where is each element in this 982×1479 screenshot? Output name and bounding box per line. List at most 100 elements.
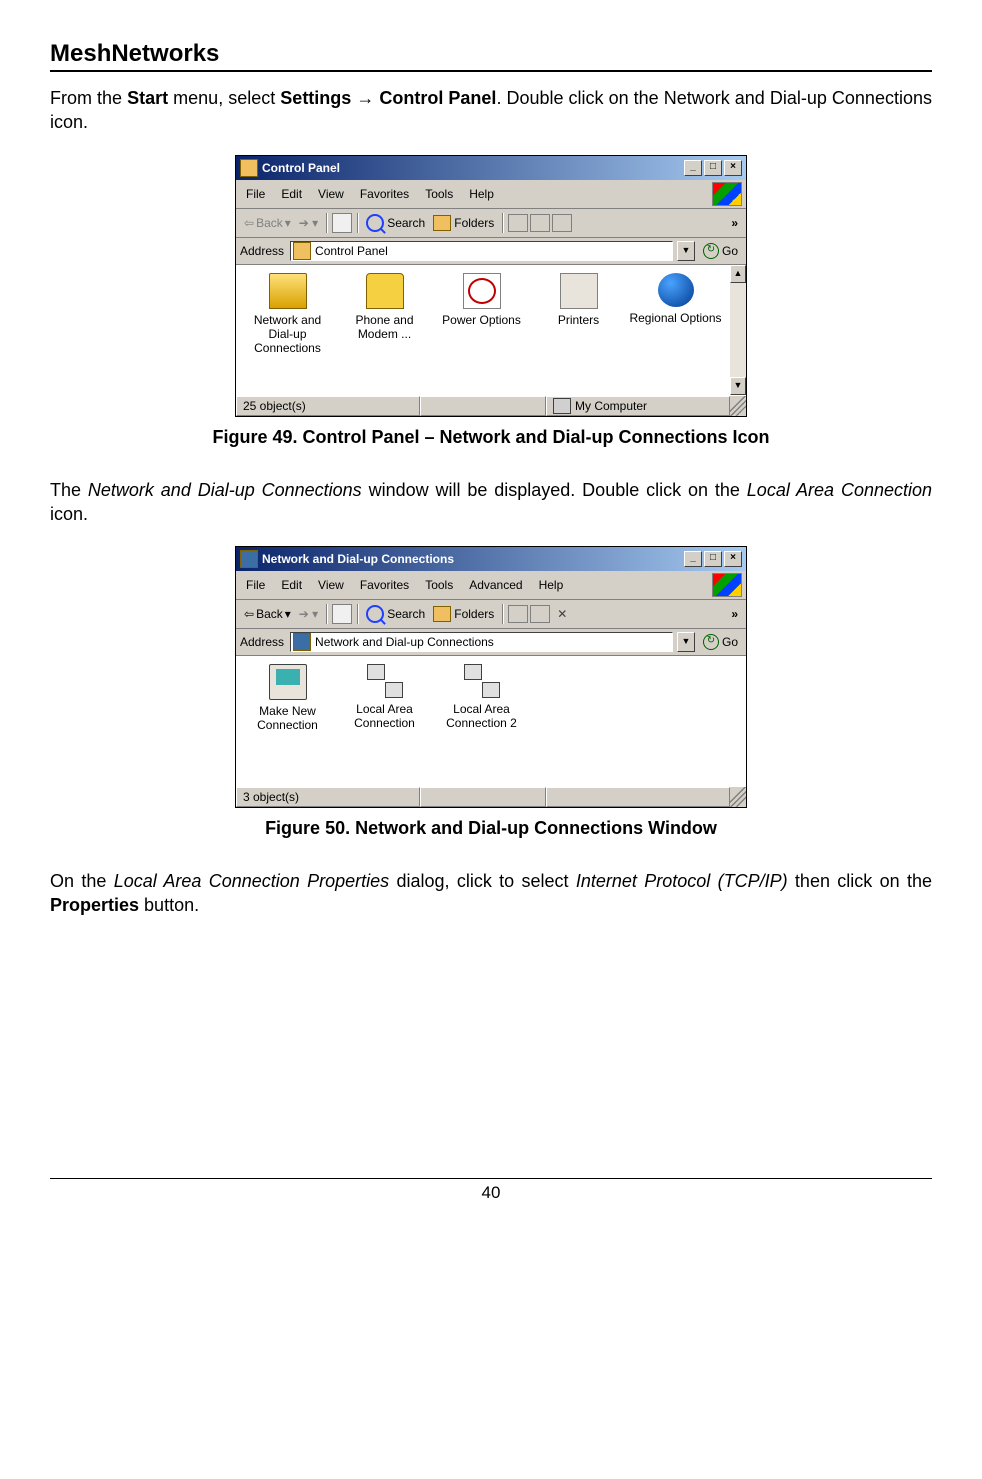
text-bold: Control Panel [374,88,496,108]
address-field[interactable]: Network and Dial-up Connections [290,632,673,652]
up-button[interactable] [331,213,353,233]
address-label: Address [240,635,286,649]
icon-local-area-connection[interactable]: Local Area Connection [337,662,432,780]
toolbar-overflow[interactable]: » [727,216,742,230]
go-button[interactable]: ↻Go [699,242,742,260]
address-icon [293,242,311,260]
window-icon [240,159,258,177]
page-number: 40 [50,1183,932,1203]
toolbar-separator [357,604,358,624]
menu-favorites[interactable]: Favorites [354,185,419,203]
icon-regional-options[interactable]: Regional Options [628,271,723,389]
toolbar-separator [357,213,358,233]
action-icon [508,605,528,623]
maximize-button[interactable]: □ [704,551,722,567]
toolbar-delete[interactable]: ✕ [551,604,573,624]
icon-local-area-connection-2[interactable]: Local Area Connection 2 [434,662,529,780]
menu-help[interactable]: Help [463,185,504,203]
icon-printers[interactable]: Printers [531,271,626,389]
paragraph-1: From the Start menu, select Settings → C… [50,86,932,135]
icon-label: Make New Connection [257,704,318,732]
menu-file[interactable]: File [240,185,275,203]
resize-grip[interactable] [730,787,746,807]
toolbar-action-1[interactable] [507,213,529,233]
addressbar: Address Control Panel ▼ ↻Go [236,238,746,265]
menu-file[interactable]: File [240,576,275,594]
window-icon [240,550,258,568]
icon-label: Local Area Connection [354,702,415,730]
maximize-button[interactable]: □ [704,160,722,176]
close-button[interactable]: × [724,551,742,567]
search-icon [366,605,384,623]
folders-button[interactable]: Folders [429,604,498,624]
back-button[interactable]: ⇦ Back ▾ [240,214,295,232]
toolbar-separator [502,604,503,624]
text-italic: Local Area Connection [747,480,932,500]
toolbar-action-2[interactable] [529,604,551,624]
menu-tools[interactable]: Tools [419,185,463,203]
toolbar-separator [326,213,327,233]
menu-advanced[interactable]: Advanced [463,576,532,594]
icon-label: Local Area Connection 2 [446,702,517,730]
go-button[interactable]: ↻Go [699,633,742,651]
menu-view[interactable]: View [312,185,354,203]
header-divider [50,70,932,72]
statusbar: 3 object(s) [236,786,746,807]
titlebar[interactable]: Control Panel _ □ × [236,156,746,180]
folders-button[interactable]: Folders [429,213,498,233]
arrow-icon: → [356,88,374,108]
text-bold: Properties [50,895,139,915]
text: dialog, click to select [389,871,576,891]
text: window will be displayed. Double click o… [362,480,747,500]
icon-label: Network and Dial-up Connections [254,313,321,355]
scroll-down-button[interactable]: ▼ [730,377,746,395]
icon-label: Printers [558,313,599,327]
minimize-button[interactable]: _ [684,160,702,176]
icon-label: Phone and Modem ... [355,313,413,341]
windows-flag-icon [712,573,742,597]
go-label: Go [722,635,738,649]
toolbar-action-1[interactable] [507,604,529,624]
menu-favorites[interactable]: Favorites [354,576,419,594]
vertical-scrollbar[interactable]: ▲ ▼ [730,265,746,395]
forward-button[interactable]: ➔ ▾ [295,605,322,623]
text: icon. [50,504,88,524]
scroll-track[interactable] [730,283,746,377]
up-button[interactable] [331,604,353,624]
toolbar-action-3[interactable] [551,213,573,233]
address-dropdown[interactable]: ▼ [677,632,695,652]
address-field[interactable]: Control Panel [290,241,673,261]
action-icon [530,605,550,623]
close-button[interactable]: × [724,160,742,176]
titlebar[interactable]: Network and Dial-up Connections _ □ × [236,547,746,571]
menu-help[interactable]: Help [533,576,574,594]
menu-edit[interactable]: Edit [275,576,312,594]
menu-tools[interactable]: Tools [419,576,463,594]
status-spacer [420,396,546,416]
icon-power-options[interactable]: Power Options [434,271,529,389]
menu-edit[interactable]: Edit [275,185,312,203]
toolbar-action-2[interactable] [529,213,551,233]
minimize-button[interactable]: _ [684,551,702,567]
paragraph-3: On the Local Area Connection Properties … [50,869,932,918]
computer-icon [269,664,307,700]
icon-make-new-connection[interactable]: Make New Connection [240,662,335,780]
text: From the [50,88,127,108]
folders-label: Folders [454,607,494,621]
text: button. [139,895,199,915]
icon-phone-modem[interactable]: Phone and Modem ... [337,271,432,389]
folders-icon [433,606,451,622]
toolbar-overflow[interactable]: » [727,607,742,621]
back-button[interactable]: ⇦ Back ▾ [240,605,295,623]
windows-flag-icon [712,182,742,206]
status-location-text: My Computer [575,399,647,413]
resize-grip[interactable] [730,396,746,416]
folder-icon [269,273,307,309]
search-button[interactable]: Search [362,603,429,625]
address-dropdown[interactable]: ▼ [677,241,695,261]
menu-view[interactable]: View [312,576,354,594]
icon-network-dialup[interactable]: Network and Dial-up Connections [240,271,335,389]
scroll-up-button[interactable]: ▲ [730,265,746,283]
search-button[interactable]: Search [362,212,429,234]
forward-button[interactable]: ➔ ▾ [295,214,322,232]
